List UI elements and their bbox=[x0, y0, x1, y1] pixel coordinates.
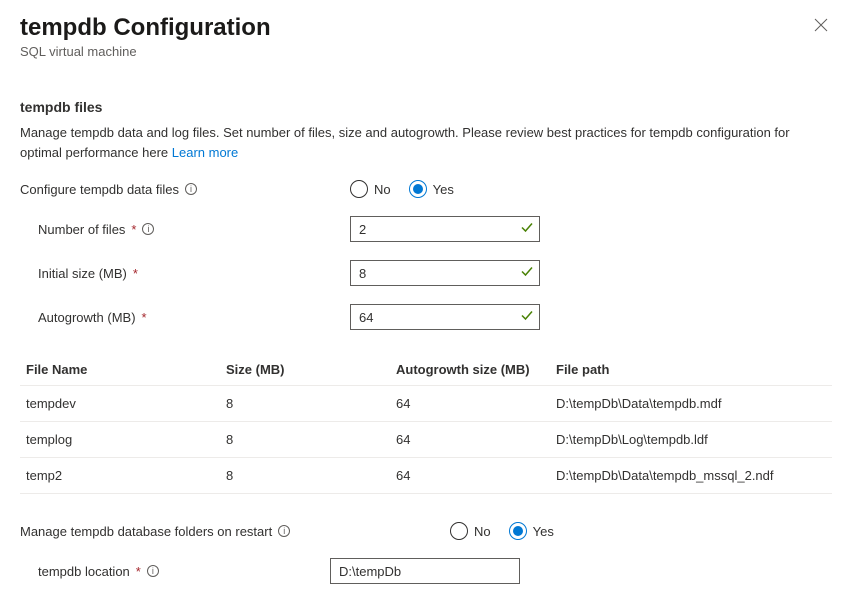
cell-path: D:\tempDb\Data\tempdb_mssql_2.ndf bbox=[550, 458, 832, 494]
manage-folders-label: Manage tempdb database folders on restar… bbox=[20, 524, 450, 539]
col-file-path: File path bbox=[550, 354, 832, 386]
section-title: tempdb files bbox=[20, 99, 832, 115]
close-button[interactable] bbox=[810, 14, 832, 39]
configure-no-label: No bbox=[374, 182, 391, 197]
folders-yes-label: Yes bbox=[533, 524, 554, 539]
cell-name: templog bbox=[20, 422, 220, 458]
page-subtitle: SQL virtual machine bbox=[20, 44, 271, 59]
autogrowth-input[interactable] bbox=[350, 304, 540, 330]
cell-size: 8 bbox=[220, 422, 390, 458]
folders-no-label: No bbox=[474, 524, 491, 539]
col-autogrowth: Autogrowth size (MB) bbox=[390, 354, 550, 386]
autogrowth-text: Autogrowth (MB) bbox=[38, 310, 136, 325]
info-icon[interactable]: i bbox=[278, 525, 290, 537]
info-icon[interactable]: i bbox=[185, 183, 197, 195]
cell-autogrowth: 64 bbox=[390, 386, 550, 422]
cell-size: 8 bbox=[220, 386, 390, 422]
cell-size: 8 bbox=[220, 458, 390, 494]
table-row: tempdev 8 64 D:\tempDb\Data\tempdb.mdf bbox=[20, 386, 832, 422]
cell-path: D:\tempDb\Data\tempdb.mdf bbox=[550, 386, 832, 422]
folders-radio-group: No Yes bbox=[450, 522, 554, 540]
configure-yes-option[interactable]: Yes bbox=[409, 180, 454, 198]
number-of-files-input[interactable] bbox=[350, 216, 540, 242]
close-icon bbox=[814, 20, 828, 35]
required-asterisk: * bbox=[133, 266, 138, 281]
radio-checked-icon bbox=[409, 180, 427, 198]
autogrowth-label: Autogrowth (MB) * bbox=[20, 310, 350, 325]
initial-size-label: Initial size (MB) * bbox=[20, 266, 350, 281]
col-size: Size (MB) bbox=[220, 354, 390, 386]
required-asterisk: * bbox=[136, 564, 141, 579]
page-title: tempdb Configuration bbox=[20, 14, 271, 42]
cell-name: tempdev bbox=[20, 386, 220, 422]
number-of-files-label: Number of files * i bbox=[20, 222, 350, 237]
table-row: templog 8 64 D:\tempDb\Log\tempdb.ldf bbox=[20, 422, 832, 458]
checkmark-icon bbox=[520, 265, 534, 282]
col-file-name: File Name bbox=[20, 354, 220, 386]
configure-label-text: Configure tempdb data files bbox=[20, 182, 179, 197]
folders-yes-option[interactable]: Yes bbox=[509, 522, 554, 540]
required-asterisk: * bbox=[142, 310, 147, 325]
checkmark-icon bbox=[520, 221, 534, 238]
radio-unchecked-icon bbox=[450, 522, 468, 540]
radio-unchecked-icon bbox=[350, 180, 368, 198]
tempdb-location-input[interactable] bbox=[330, 558, 520, 584]
learn-more-link[interactable]: Learn more bbox=[172, 145, 238, 160]
configure-data-files-label: Configure tempdb data files i bbox=[20, 182, 350, 197]
table-row: temp2 8 64 D:\tempDb\Data\tempdb_mssql_2… bbox=[20, 458, 832, 494]
cell-name: temp2 bbox=[20, 458, 220, 494]
files-table: File Name Size (MB) Autogrowth size (MB)… bbox=[20, 354, 832, 494]
section-desc-text: Manage tempdb data and log files. Set nu… bbox=[20, 125, 790, 160]
configure-radio-group: No Yes bbox=[350, 180, 454, 198]
cell-autogrowth: 64 bbox=[390, 458, 550, 494]
info-icon[interactable]: i bbox=[142, 223, 154, 235]
cell-path: D:\tempDb\Log\tempdb.ldf bbox=[550, 422, 832, 458]
location-text: tempdb location bbox=[38, 564, 130, 579]
checkmark-icon bbox=[520, 309, 534, 326]
tempdb-location-label: tempdb location * i bbox=[20, 564, 330, 579]
info-icon[interactable]: i bbox=[147, 565, 159, 577]
folders-no-option[interactable]: No bbox=[450, 522, 491, 540]
radio-checked-icon bbox=[509, 522, 527, 540]
required-asterisk: * bbox=[131, 222, 136, 237]
manage-folders-text: Manage tempdb database folders on restar… bbox=[20, 524, 272, 539]
init-size-text: Initial size (MB) bbox=[38, 266, 127, 281]
configure-no-option[interactable]: No bbox=[350, 180, 391, 198]
initial-size-input[interactable] bbox=[350, 260, 540, 286]
cell-autogrowth: 64 bbox=[390, 422, 550, 458]
num-files-text: Number of files bbox=[38, 222, 125, 237]
section-description: Manage tempdb data and log files. Set nu… bbox=[20, 123, 820, 162]
configure-yes-label: Yes bbox=[433, 182, 454, 197]
